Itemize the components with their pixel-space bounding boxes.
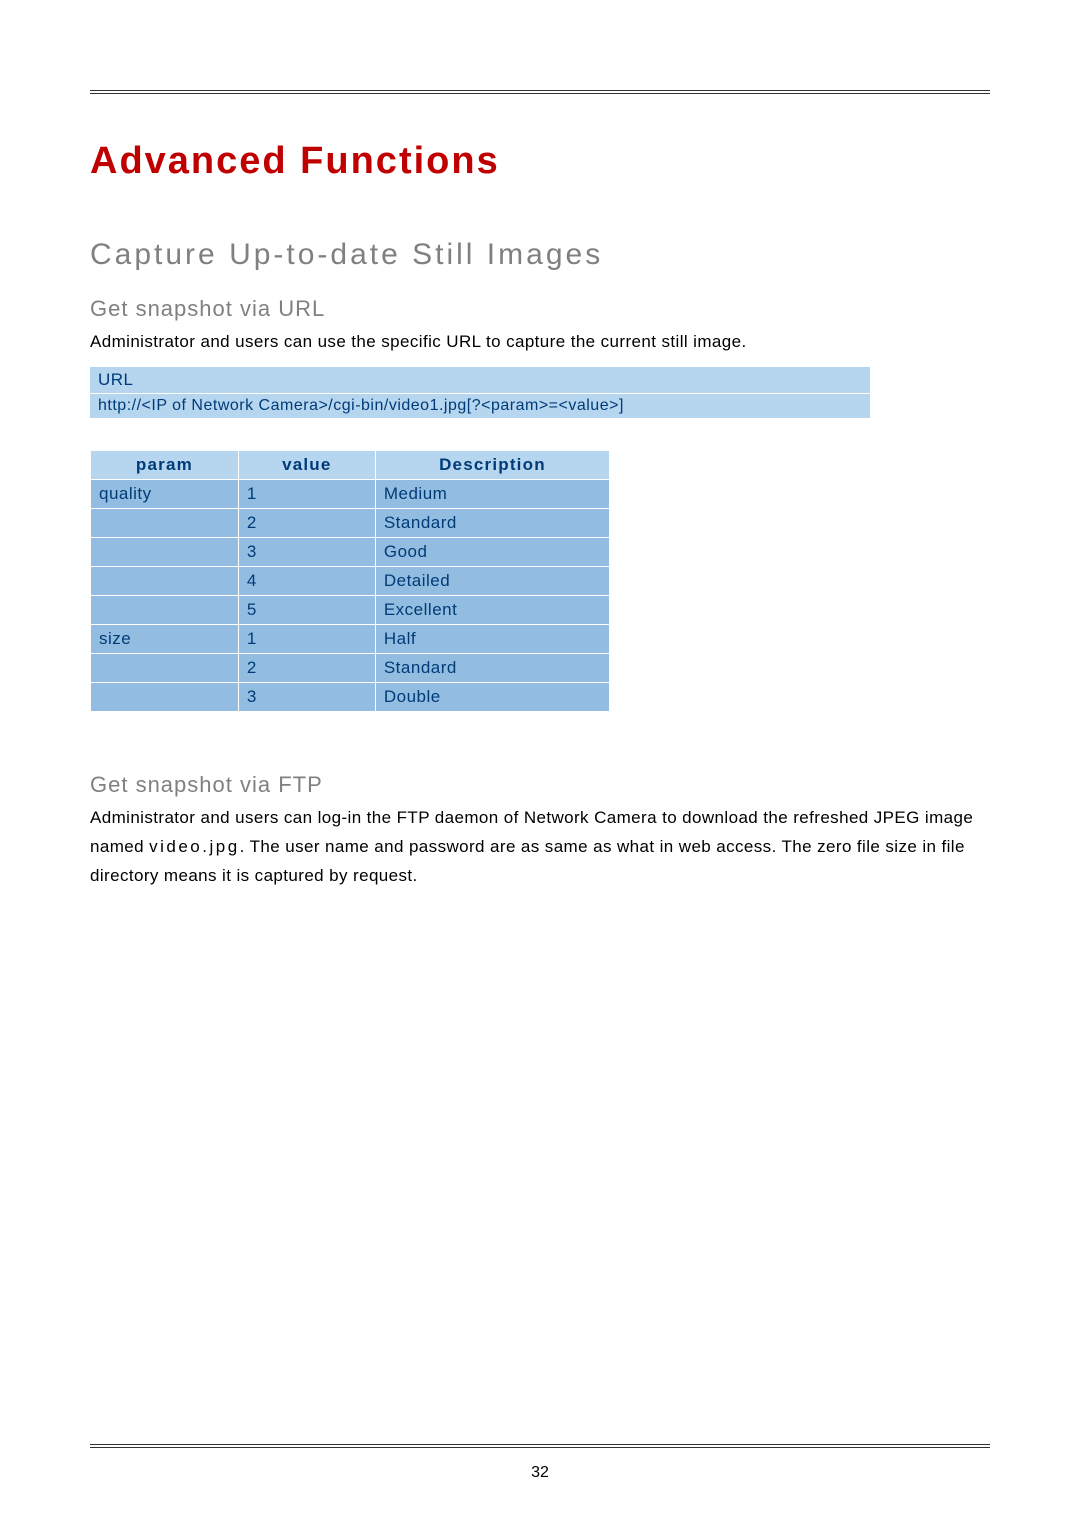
ftp-section-heading: Get snapshot via FTP: [90, 772, 990, 798]
cell-param: [91, 566, 239, 595]
param-table: param value Description quality1Medium2S…: [90, 450, 610, 712]
param-table-header-row: param value Description: [91, 450, 610, 479]
cell-value: 3: [238, 682, 375, 711]
page-number: 32: [0, 1464, 1080, 1482]
table-row: size1Half: [91, 624, 610, 653]
cell-param: [91, 653, 239, 682]
cell-description: Good: [375, 537, 609, 566]
cell-param: [91, 682, 239, 711]
cell-description: Medium: [375, 479, 609, 508]
url-box-header: URL: [90, 367, 870, 394]
cell-value: 4: [238, 566, 375, 595]
table-row: 2Standard: [91, 653, 610, 682]
url-box: URL http://<IP of Network Camera>/cgi-bi…: [90, 367, 870, 418]
ftp-section: Get snapshot via FTP Administrator and u…: [90, 772, 990, 891]
cell-description: Half: [375, 624, 609, 653]
cell-param: quality: [91, 479, 239, 508]
table-row: 3Double: [91, 682, 610, 711]
cell-param: [91, 537, 239, 566]
cell-value: 2: [238, 653, 375, 682]
bottom-rule: [90, 1444, 990, 1448]
cell-value: 1: [238, 624, 375, 653]
cell-description: Excellent: [375, 595, 609, 624]
table-row: 5Excellent: [91, 595, 610, 624]
table-row: 3Good: [91, 537, 610, 566]
cell-description: Standard: [375, 508, 609, 537]
section-subtitle: Capture Up-to-date Still Images: [90, 238, 990, 272]
table-row: 2Standard: [91, 508, 610, 537]
cell-description: Standard: [375, 653, 609, 682]
param-header-value: value: [238, 450, 375, 479]
cell-param: [91, 508, 239, 537]
table-row: quality1Medium: [91, 479, 610, 508]
param-header-param: param: [91, 450, 239, 479]
cell-param: size: [91, 624, 239, 653]
param-header-description: Description: [375, 450, 609, 479]
cell-value: 1: [238, 479, 375, 508]
cell-description: Double: [375, 682, 609, 711]
page-title: Advanced Functions: [90, 140, 990, 183]
url-section-heading: Get snapshot via URL: [90, 296, 990, 322]
document-page: Advanced Functions Capture Up-to-date St…: [90, 90, 990, 1468]
cell-value: 5: [238, 595, 375, 624]
url-section-intro: Administrator and users can use the spec…: [90, 328, 990, 357]
table-row: 4Detailed: [91, 566, 610, 595]
ftp-file-name: video.jpg: [149, 837, 240, 856]
top-rule: [90, 90, 990, 94]
cell-value: 2: [238, 508, 375, 537]
cell-param: [91, 595, 239, 624]
ftp-section-paragraph: Administrator and users can log-in the F…: [90, 804, 990, 891]
cell-description: Detailed: [375, 566, 609, 595]
cell-value: 3: [238, 537, 375, 566]
url-box-content: http://<IP of Network Camera>/cgi-bin/vi…: [90, 394, 870, 418]
